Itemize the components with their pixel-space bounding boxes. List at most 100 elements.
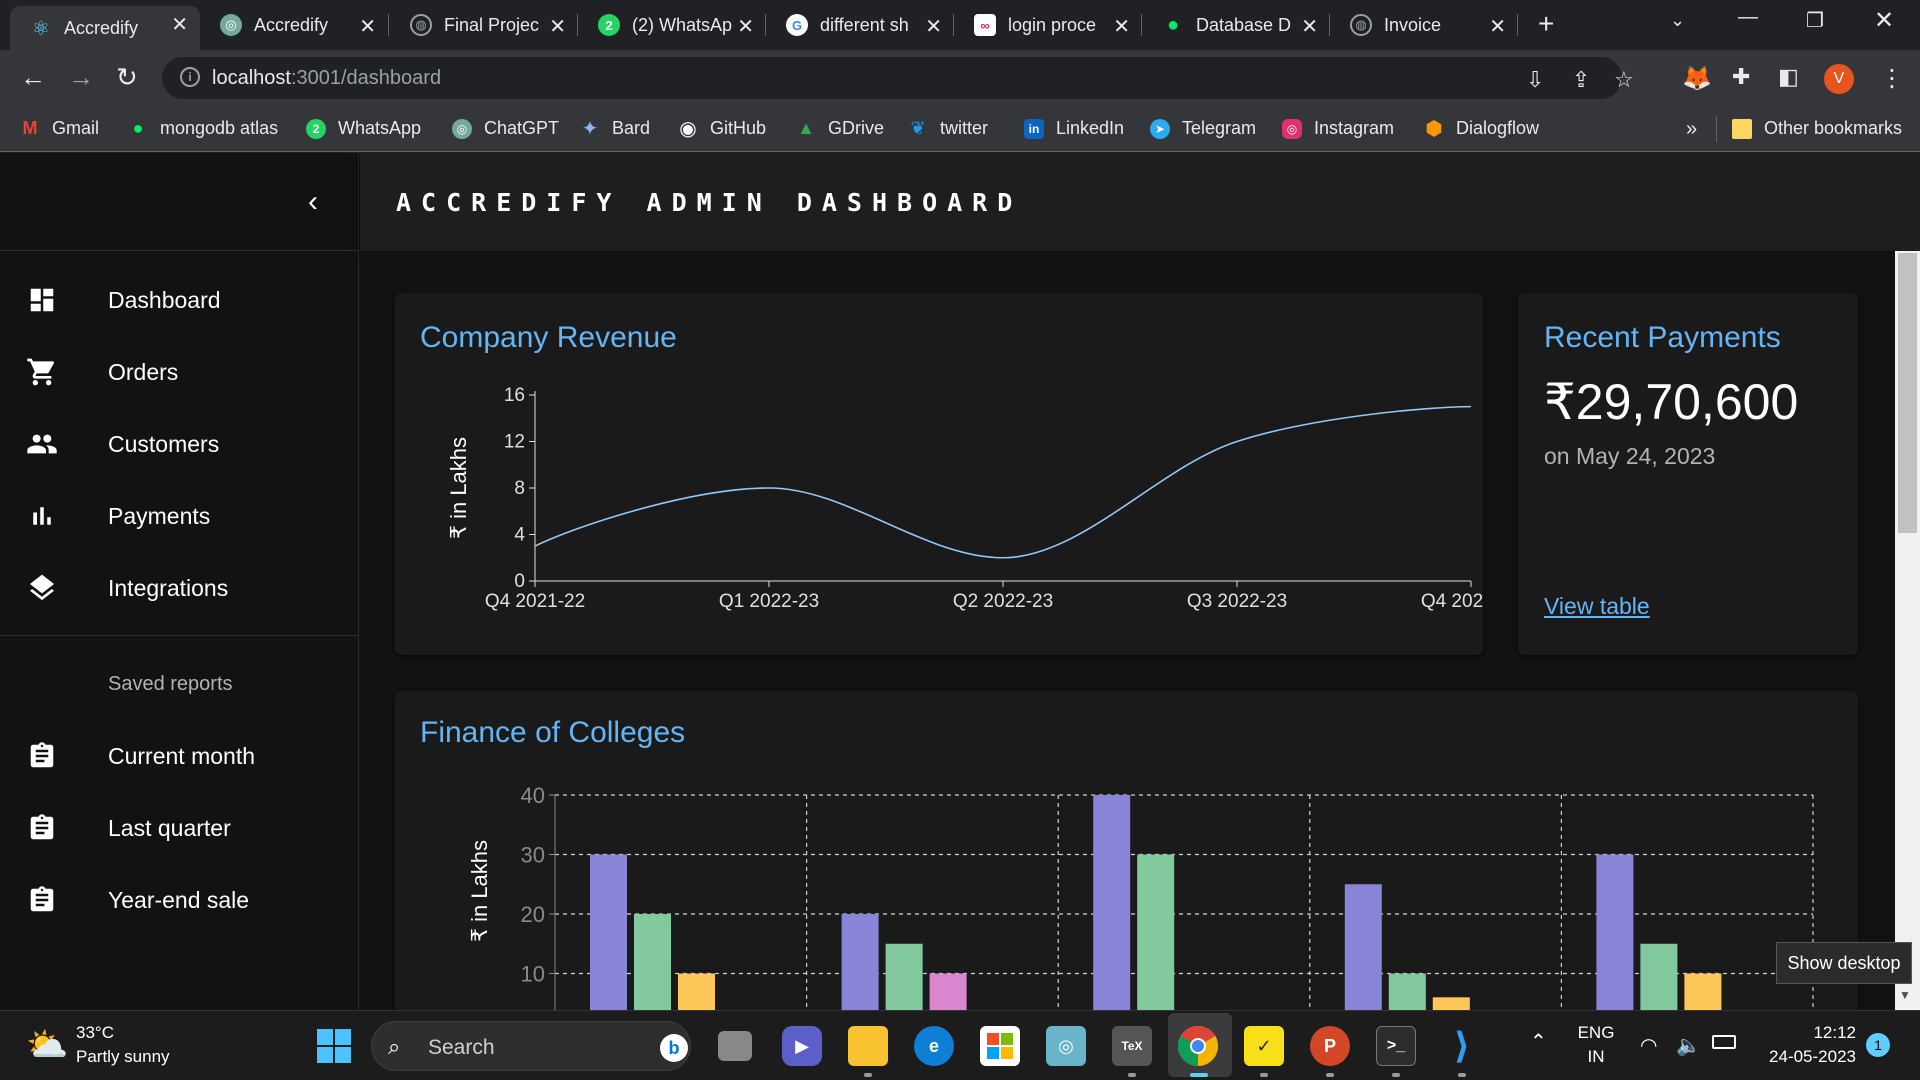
close-icon[interactable]: ✕ bbox=[1489, 14, 1506, 39]
profile-avatar[interactable]: V bbox=[1824, 64, 1854, 94]
task-view-icon[interactable] bbox=[718, 1031, 752, 1061]
new-tab-button[interactable]: + bbox=[1538, 8, 1554, 40]
address-url[interactable]: localhost:3001/dashboard bbox=[212, 67, 441, 90]
language-indicator-top[interactable]: ENG bbox=[1576, 1023, 1616, 1043]
tab-whatsapp[interactable]: 2 (2) WhatsAp ✕ bbox=[578, 8, 766, 42]
scroll-down-arrow-icon[interactable]: ▼ bbox=[1899, 988, 1911, 1002]
microsoft-store-icon[interactable] bbox=[980, 1026, 1020, 1066]
bookmark-label: WhatsApp bbox=[338, 118, 422, 138]
weather-sun-icon[interactable]: ⛅ bbox=[26, 1025, 68, 1065]
clock-time[interactable]: 12:12 bbox=[1760, 1023, 1856, 1043]
windows-start-icon[interactable] bbox=[314, 1026, 354, 1066]
close-icon[interactable]: ✕ bbox=[359, 14, 376, 39]
address-bar[interactable]: i localhost:3001/dashboard ⇩ ⇪ ☆ bbox=[162, 57, 1634, 99]
bookmark-bard[interactable]: ✦ Bard bbox=[580, 118, 650, 140]
weather-temp[interactable]: 33°C bbox=[76, 1023, 114, 1043]
speaker-muted-icon[interactable]: 🔈 bbox=[1676, 1033, 1701, 1058]
close-icon[interactable]: ✕ bbox=[1113, 14, 1130, 39]
sidebar-report-year-end-sale[interactable]: Year-end sale bbox=[0, 864, 359, 936]
tab-label: Accredify bbox=[64, 17, 139, 38]
tab-final-project[interactable]: ◍ Final Projec ✕ bbox=[390, 8, 578, 42]
tab-accredify-active[interactable]: ⚛ Accredify ✕ bbox=[10, 6, 200, 50]
tab-accredify-2[interactable]: ◎ Accredify ✕ bbox=[200, 8, 388, 42]
tab-login-process[interactable]: ∞ login proce ✕ bbox=[954, 8, 1142, 42]
restore-button[interactable]: ❐ bbox=[1806, 8, 1824, 33]
bookmark-label: twitter bbox=[940, 118, 989, 138]
close-icon[interactable]: ✕ bbox=[1301, 14, 1318, 39]
other-bookmarks-folder[interactable]: Other bookmarks bbox=[1732, 118, 1902, 139]
bookmark-chatgpt[interactable]: ◎ ChatGPT bbox=[452, 118, 559, 139]
bookmark-linkedin[interactable]: in LinkedIn bbox=[1024, 118, 1124, 139]
side-panel-icon[interactable]: ◧ bbox=[1778, 64, 1799, 90]
y-tick-label: 10 bbox=[521, 962, 545, 987]
page-title: ACCREDIFY ADMIN DASHBOARD bbox=[396, 188, 1023, 217]
edge-browser-icon[interactable]: e bbox=[914, 1026, 954, 1066]
share-icon[interactable]: ⇪ bbox=[1572, 67, 1590, 93]
battery-icon[interactable] bbox=[1712, 1035, 1736, 1049]
todo-check-icon[interactable]: ✓ bbox=[1244, 1026, 1284, 1066]
bookmark-gdrive[interactable]: ▲ GDrive bbox=[796, 118, 884, 139]
bing-icon[interactable]: b bbox=[660, 1034, 688, 1062]
file-explorer-icon[interactable] bbox=[848, 1026, 888, 1066]
revenue-series-line bbox=[534, 405, 1472, 559]
clock-date[interactable]: 24-05-2023 bbox=[1756, 1047, 1856, 1067]
bookmark-whatsapp[interactable]: 2 WhatsApp bbox=[306, 118, 421, 139]
bookmark-label: LinkedIn bbox=[1056, 118, 1125, 138]
bookmark-github[interactable]: ◉ GitHub bbox=[678, 118, 766, 140]
reload-icon[interactable]: ↻ bbox=[116, 62, 138, 93]
close-icon[interactable]: ✕ bbox=[171, 12, 188, 37]
revenue-card: Company Revenue 0 4 8 12 16 Q4 2021-22 Q1 2022… bbox=[395, 293, 1483, 655]
menu-kebab-icon[interactable]: ⋮ bbox=[1880, 64, 1904, 93]
bookmark-mongodb-atlas[interactable]: ● mongodb atlas bbox=[128, 118, 279, 139]
weather-desc[interactable]: Partly sunny bbox=[76, 1047, 170, 1067]
photos-app-icon[interactable]: ◎ bbox=[1046, 1026, 1086, 1066]
finance-bar bbox=[929, 973, 967, 1010]
close-window-button[interactable]: ✕ bbox=[1874, 6, 1894, 35]
scrollbar-thumb[interactable] bbox=[1898, 253, 1917, 533]
vscode-icon[interactable]: ⟩ bbox=[1442, 1025, 1482, 1066]
tab-google[interactable]: G different sh ✕ bbox=[766, 8, 954, 42]
metamask-extension-icon[interactable]: 🦊 bbox=[1682, 64, 1712, 93]
bookmark-instagram[interactable]: ◎ Instagram bbox=[1282, 118, 1394, 139]
tab-invoice[interactable]: ◍ Invoice ✕ bbox=[1330, 8, 1518, 42]
terminal-icon[interactable]: >_ bbox=[1376, 1026, 1416, 1066]
texmaker-icon[interactable]: TeX bbox=[1112, 1026, 1152, 1066]
forward-arrow-icon[interactable]: → bbox=[68, 62, 94, 93]
sidebar-item-orders[interactable]: Orders bbox=[0, 336, 359, 408]
sidebar-item-integrations[interactable]: Integrations bbox=[0, 552, 359, 624]
minimize-button[interactable]: — bbox=[1738, 6, 1758, 29]
more-bookmarks-chevron[interactable]: » bbox=[1686, 118, 1697, 141]
sidebar-report-last-quarter[interactable]: Last quarter bbox=[0, 792, 359, 864]
chrome-icon[interactable] bbox=[1178, 1026, 1218, 1066]
bookmark-star-icon[interactable]: ☆ bbox=[1614, 67, 1634, 93]
sidebar-item-dashboard[interactable]: Dashboard bbox=[0, 264, 359, 336]
site-info-icon[interactable]: i bbox=[180, 67, 200, 87]
bookmark-gmail[interactable]: M Gmail bbox=[20, 118, 100, 139]
language-indicator-bottom[interactable]: IN bbox=[1576, 1047, 1616, 1067]
bookmark-twitter[interactable]: ❦ twitter bbox=[908, 118, 988, 139]
back-arrow-icon[interactable]: ← bbox=[20, 62, 46, 93]
sidebar-report-current-month[interactable]: Current month bbox=[0, 720, 359, 792]
tray-chevron-up-icon[interactable]: ⌃ bbox=[1530, 1029, 1547, 1054]
taskbar-search-input[interactable]: ⌕ Search b bbox=[371, 1021, 691, 1071]
wifi-icon[interactable]: ◠ bbox=[1640, 1033, 1657, 1058]
powerpoint-icon[interactable]: P bbox=[1310, 1026, 1350, 1066]
globe-icon: ◍ bbox=[1350, 14, 1372, 36]
extensions-puzzle-icon[interactable]: ✚ bbox=[1732, 64, 1750, 90]
close-icon[interactable]: ✕ bbox=[549, 14, 566, 39]
notification-badge[interactable]: 1 bbox=[1866, 1033, 1890, 1057]
chevron-left-icon[interactable]: ‹ bbox=[308, 185, 318, 219]
close-icon[interactable]: ✕ bbox=[737, 14, 754, 39]
finance-bar bbox=[841, 914, 879, 1010]
sidebar-item-payments[interactable]: Payments bbox=[0, 480, 359, 552]
bookmark-dialogflow[interactable]: ⬢ Dialogflow bbox=[1424, 118, 1539, 140]
react-icon: ⚛ bbox=[32, 17, 50, 40]
install-app-icon[interactable]: ⇩ bbox=[1526, 67, 1544, 93]
view-table-link[interactable]: View table bbox=[1544, 593, 1650, 620]
teams-chat-icon[interactable]: ▶ bbox=[782, 1026, 822, 1066]
close-icon[interactable]: ✕ bbox=[925, 14, 942, 39]
tab-database[interactable]: ● Database D ✕ bbox=[1142, 8, 1330, 42]
tab-search-chevron-icon[interactable]: ⌄ bbox=[1670, 10, 1685, 31]
sidebar-item-customers[interactable]: Customers bbox=[0, 408, 359, 480]
bookmark-telegram[interactable]: ➤ Telegram bbox=[1150, 118, 1256, 139]
